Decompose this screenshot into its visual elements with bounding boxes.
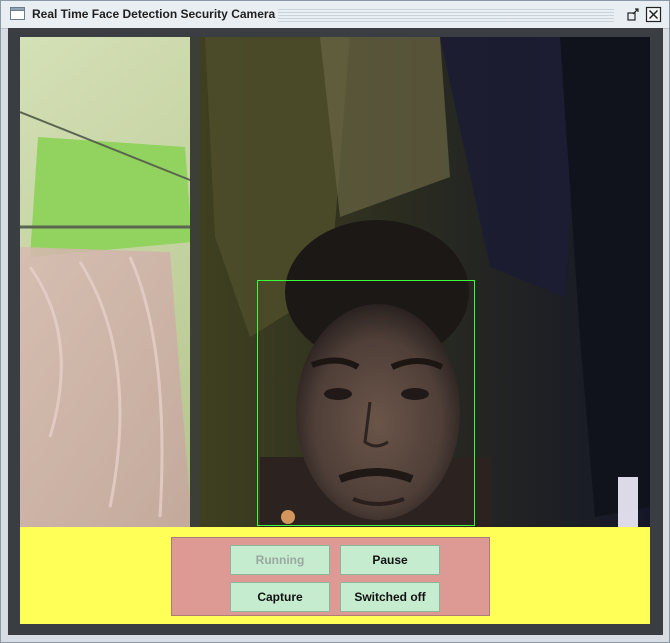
running-button: Running <box>230 545 330 575</box>
capture-button[interactable]: Capture <box>230 582 330 612</box>
control-panel <box>171 537 490 616</box>
face-detection-box <box>257 280 475 526</box>
window-title: Real Time Face Detection Security Camera <box>32 7 276 21</box>
pause-button[interactable]: Pause <box>340 545 440 575</box>
title-bar-grip <box>278 7 614 22</box>
window-app-icon <box>10 7 25 20</box>
switched-off-button[interactable]: Switched off <box>340 582 440 612</box>
title-bar[interactable]: Real Time Face Detection Security Camera <box>1 1 669 29</box>
restore-icon[interactable] <box>625 6 642 23</box>
close-icon[interactable] <box>645 6 662 23</box>
